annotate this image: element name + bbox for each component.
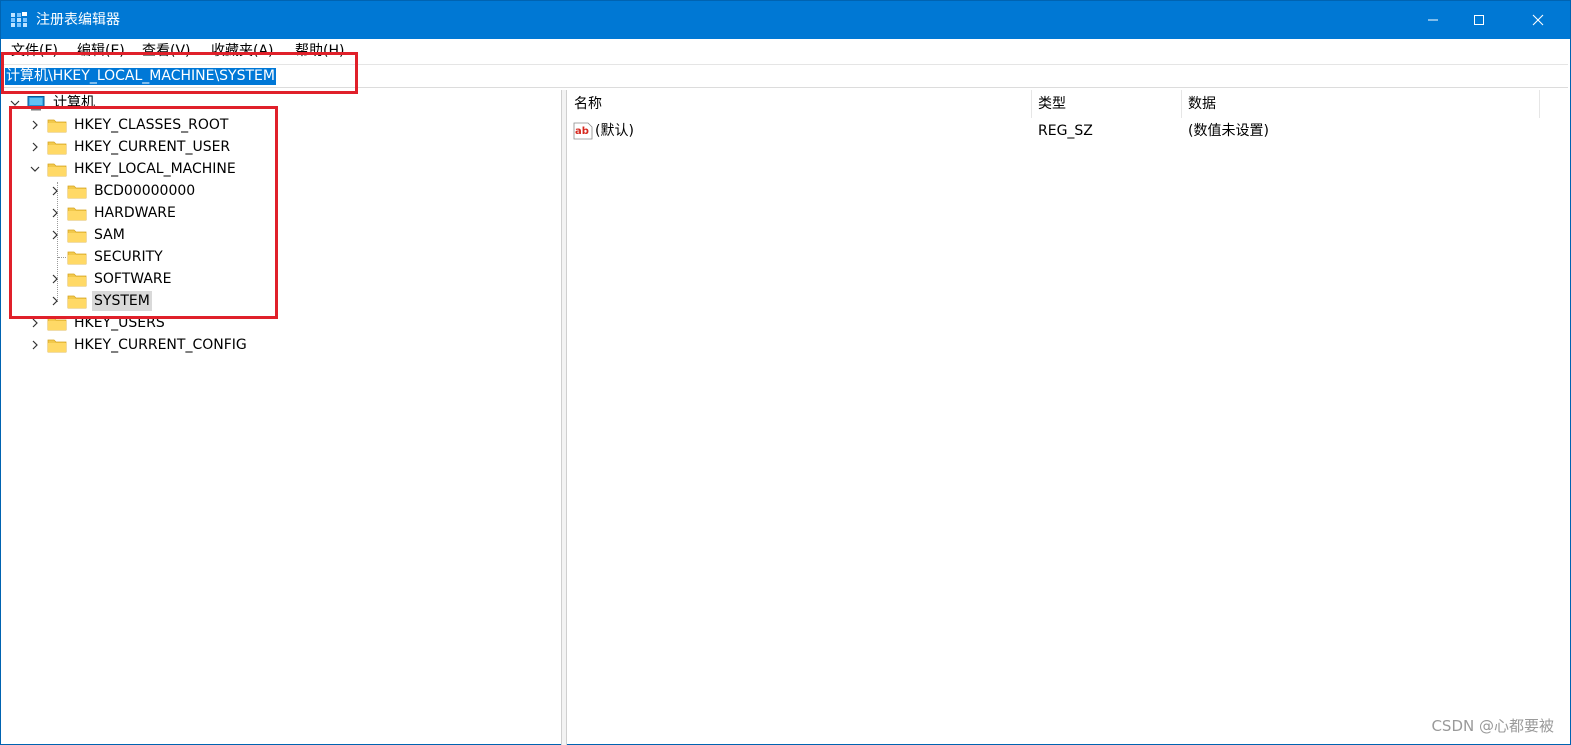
chevron-right-icon[interactable] bbox=[29, 141, 41, 153]
key-tree-pane[interactable]: 计算机 HKEY_CLASSES_ROOT HKEY_CURRENT_USER … bbox=[1, 90, 562, 745]
address-path[interactable]: 计算机\HKEY_LOCAL_MACHINE\SYSTEM bbox=[5, 68, 276, 85]
chevron-down-icon[interactable] bbox=[9, 97, 21, 109]
window-title: 注册表编辑器 bbox=[36, 12, 120, 28]
folder-icon bbox=[67, 207, 87, 221]
chevron-right-icon[interactable] bbox=[49, 207, 61, 219]
value-name: (默认) bbox=[595, 123, 634, 139]
tree-node-bcd00000000[interactable]: BCD00000000 bbox=[49, 180, 197, 202]
tree-label: HKEY_CLASSES_ROOT bbox=[74, 117, 229, 133]
folder-icon bbox=[47, 119, 67, 133]
folder-icon bbox=[47, 317, 67, 331]
menu-view[interactable]: 查看(V) bbox=[142, 42, 191, 60]
folder-icon bbox=[47, 339, 67, 353]
tree-label: HKEY_USERS bbox=[74, 315, 165, 331]
tree-label: SECURITY bbox=[94, 249, 163, 265]
tree-node-hkey-users[interactable]: HKEY_USERS bbox=[29, 312, 167, 334]
menu-edit[interactable]: 编辑(E) bbox=[77, 42, 125, 60]
tree-label: BCD00000000 bbox=[94, 183, 196, 199]
values-list-pane[interactable]: 名称 类型 数据 ab (默认) REG_SZ (数值未设置) bbox=[568, 90, 1568, 745]
menu-favorites[interactable]: 收藏夹(A) bbox=[211, 42, 274, 60]
tree-node-sam[interactable]: SAM bbox=[49, 224, 127, 246]
chevron-right-icon[interactable] bbox=[49, 185, 61, 197]
title-bar[interactable]: 注册表编辑器 bbox=[1, 1, 1570, 39]
folder-icon bbox=[47, 141, 67, 155]
chevron-right-icon[interactable] bbox=[49, 295, 61, 307]
chevron-down-icon[interactable] bbox=[29, 163, 41, 175]
tree-label: HKEY_CURRENT_CONFIG bbox=[74, 337, 247, 353]
watermark: CSDN @心都要被 bbox=[1431, 717, 1554, 735]
tree-node-system[interactable]: SYSTEM bbox=[49, 290, 152, 312]
folder-icon bbox=[67, 229, 87, 243]
minimize-icon bbox=[1428, 19, 1438, 21]
folder-icon bbox=[47, 163, 67, 177]
maximize-button[interactable] bbox=[1456, 1, 1502, 39]
folder-icon bbox=[67, 273, 87, 287]
chevron-right-icon[interactable] bbox=[49, 273, 61, 285]
value-type: REG_SZ bbox=[1038, 123, 1093, 139]
tree-node-computer[interactable]: 计算机 bbox=[9, 92, 97, 114]
maximize-icon bbox=[1474, 15, 1484, 25]
value-name-cell: ab (默认) bbox=[573, 120, 634, 142]
registry-app-icon bbox=[11, 12, 27, 27]
registry-editor-window: 注册表编辑器 文件(F) 编辑(E) 查看(V) 收藏夹(A) 帮助(H) 计算… bbox=[0, 0, 1571, 745]
tree-node-software[interactable]: SOFTWARE bbox=[49, 268, 174, 290]
close-icon bbox=[1532, 14, 1544, 26]
table-row[interactable]: ab (默认) REG_SZ (数值未设置) bbox=[568, 120, 1540, 142]
chevron-right-icon[interactable] bbox=[49, 229, 61, 241]
computer-icon bbox=[27, 95, 45, 110]
tree-label: SOFTWARE bbox=[94, 271, 172, 287]
tree-label: HKEY_CURRENT_USER bbox=[74, 139, 231, 155]
tree-node-security[interactable]: SECURITY bbox=[67, 246, 165, 268]
tree-node-hkey-current-config[interactable]: HKEY_CURRENT_CONFIG bbox=[29, 334, 249, 356]
column-header-data[interactable]: 数据 bbox=[1182, 90, 1540, 118]
tree-label: HARDWARE bbox=[94, 205, 176, 221]
minimize-button[interactable] bbox=[1410, 1, 1456, 39]
tree-node-hardware[interactable]: HARDWARE bbox=[49, 202, 178, 224]
menu-help[interactable]: 帮助(H) bbox=[295, 42, 344, 60]
folder-icon bbox=[67, 185, 87, 199]
folder-icon bbox=[67, 251, 87, 265]
tree-label-computer: 计算机 bbox=[53, 95, 95, 111]
column-header-name[interactable]: 名称 bbox=[568, 90, 1032, 118]
menu-file[interactable]: 文件(F) bbox=[11, 42, 58, 60]
column-header-type[interactable]: 类型 bbox=[1032, 90, 1182, 118]
chevron-right-icon[interactable] bbox=[29, 339, 41, 351]
tree-node-hkey-classes-root[interactable]: HKEY_CLASSES_ROOT bbox=[29, 114, 230, 136]
folder-icon bbox=[67, 295, 87, 309]
pane-splitter[interactable] bbox=[562, 90, 567, 745]
string-value-icon: ab bbox=[573, 122, 593, 140]
close-button[interactable] bbox=[1515, 1, 1561, 39]
tree-label: SAM bbox=[94, 227, 125, 243]
tree-label: HKEY_LOCAL_MACHINE bbox=[74, 161, 236, 177]
address-bar[interactable]: 计算机\HKEY_LOCAL_MACHINE\SYSTEM bbox=[1, 64, 1568, 88]
menu-bar: 文件(F) 编辑(E) 查看(V) 收藏夹(A) 帮助(H) bbox=[1, 39, 1570, 63]
value-data: (数值未设置) bbox=[1188, 123, 1269, 139]
tree-label-selected: SYSTEM bbox=[92, 291, 152, 311]
tree-node-hkey-current-user[interactable]: HKEY_CURRENT_USER bbox=[29, 136, 232, 158]
chevron-right-icon[interactable] bbox=[29, 317, 41, 329]
chevron-right-icon[interactable] bbox=[29, 119, 41, 131]
tree-node-hkey-local-machine[interactable]: HKEY_LOCAL_MACHINE bbox=[29, 158, 238, 180]
tree-connector bbox=[58, 257, 66, 258]
svg-text:ab: ab bbox=[575, 126, 589, 137]
